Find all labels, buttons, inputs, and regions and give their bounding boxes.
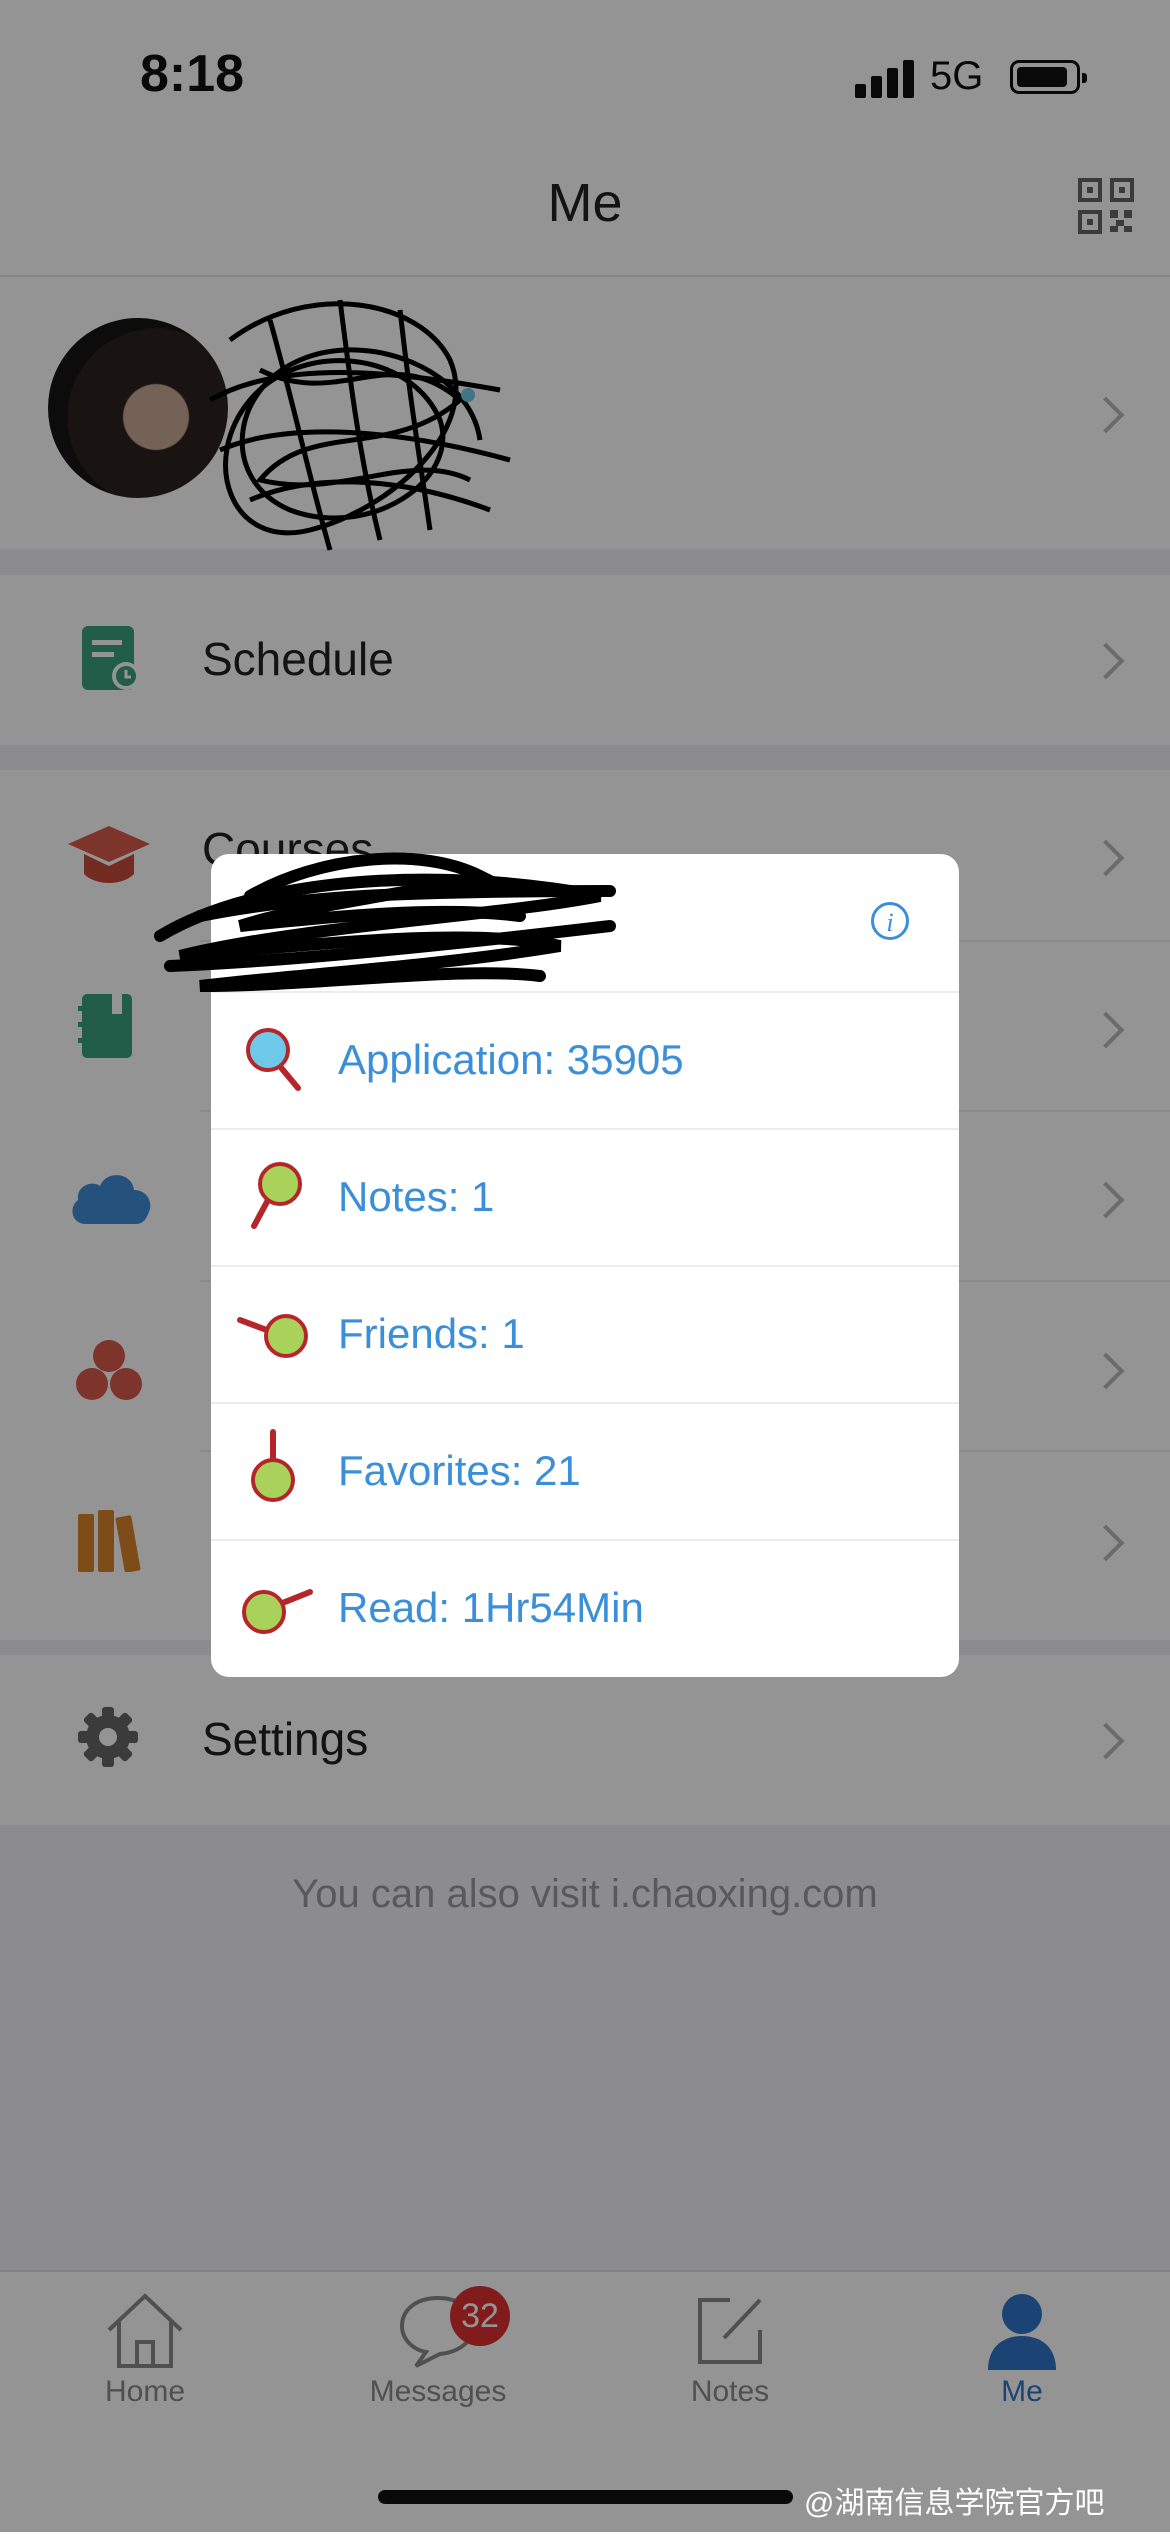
redaction-scribble	[154, 852, 616, 992]
pin-icon	[251, 1162, 302, 1229]
drop-pin-icon	[251, 1429, 295, 1502]
pin-left-icon	[237, 1314, 308, 1358]
magnifier-icon	[246, 1028, 301, 1091]
stat-label: Read: 1Hr54Min	[338, 1584, 644, 1631]
stat-label: Notes: 1	[338, 1173, 495, 1220]
stat-label: Friends: 1	[338, 1310, 525, 1357]
watermark: @湖南信息学院官方吧	[804, 2487, 1105, 2520]
pin-right-icon	[242, 1589, 313, 1634]
stat-row-favorites[interactable]	[211, 1402, 959, 1539]
stat-row-friends[interactable]	[211, 1265, 959, 1402]
stat-label: Favorites: 21	[338, 1447, 581, 1494]
info-icon[interactable]: i	[871, 902, 909, 940]
stat-row-notes[interactable]	[211, 1128, 959, 1265]
stat-label: Application: 35905	[338, 1036, 684, 1083]
